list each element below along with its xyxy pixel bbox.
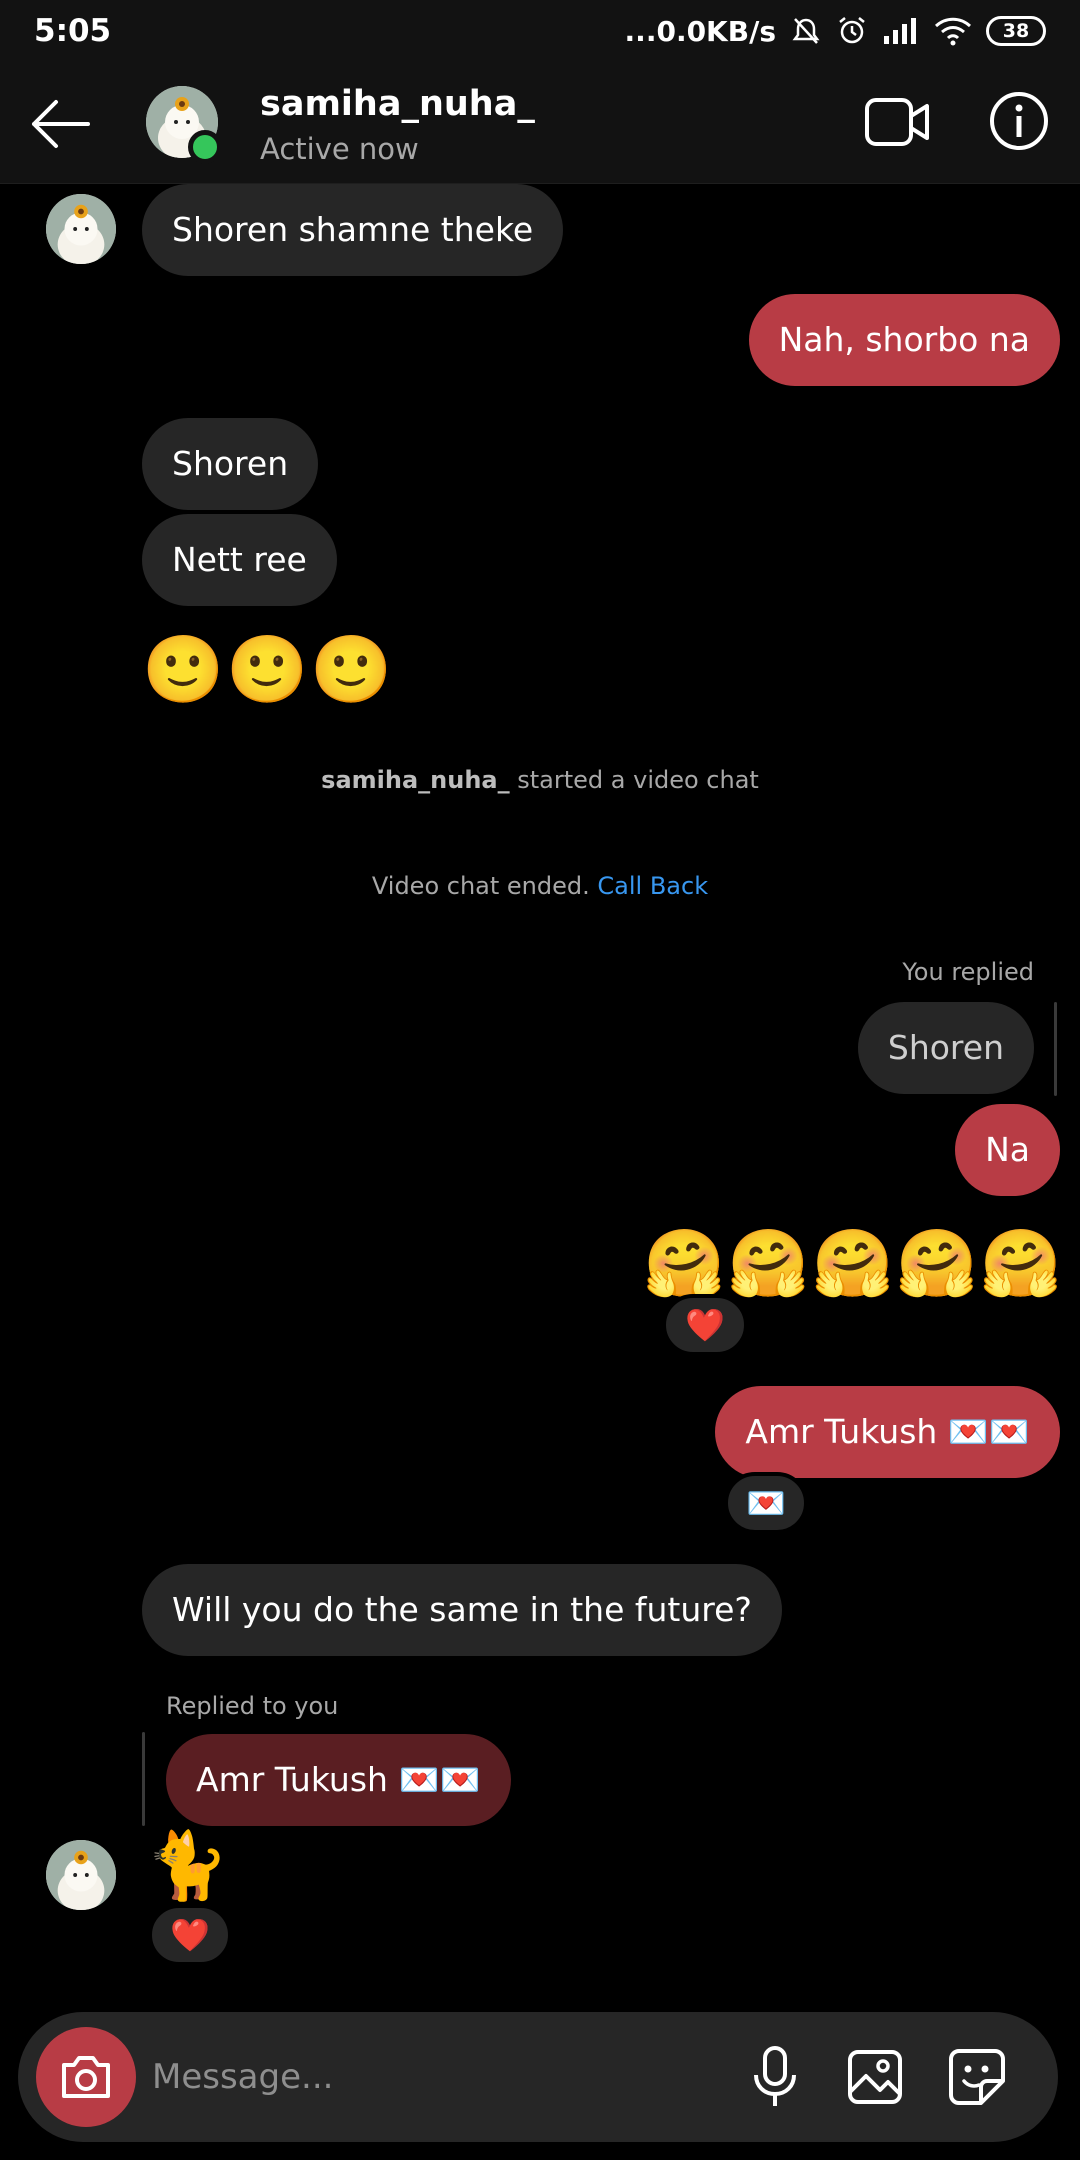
chat-header: samiha_nuha_ Active now xyxy=(0,62,1080,184)
battery-indicator: 38 xyxy=(986,16,1046,46)
image-icon xyxy=(848,2050,902,2104)
message-bubble[interactable]: Nett ree xyxy=(142,514,337,606)
message-thread[interactable]: Shoren shamne theke Nah, shorbo na Shore… xyxy=(0,184,1080,1999)
emoji-message[interactable]: 🐈 xyxy=(146,1826,230,1906)
sticker-icon xyxy=(949,2049,1005,2105)
contact-name[interactable]: samiha_nuha_ xyxy=(260,84,535,124)
status-bar: 5:05 ...0.0KB/s 38 xyxy=(0,0,1080,62)
signal-icon xyxy=(884,18,916,44)
avatar[interactable] xyxy=(46,1840,116,1910)
quoted-message[interactable]: Amr Tukush 💌💌 xyxy=(166,1734,511,1826)
message-bubble[interactable]: Nah, shorbo na xyxy=(748,294,1060,386)
info-button[interactable] xyxy=(988,90,1050,152)
quote-bar xyxy=(1054,1002,1057,1096)
sticker-button[interactable] xyxy=(940,2040,1014,2114)
message-bubble[interactable]: Will you do the same in the future? xyxy=(142,1564,782,1656)
reaction-badge[interactable]: ❤️ xyxy=(662,1294,748,1356)
back-button[interactable] xyxy=(28,92,92,156)
you-replied-label: You replied xyxy=(902,958,1034,986)
online-indicator xyxy=(188,130,222,164)
message-bubble[interactable]: Na xyxy=(955,1104,1060,1196)
message-bubble[interactable]: Shoren shamne theke xyxy=(142,184,564,276)
contact-status: Active now xyxy=(260,132,419,166)
status-time: 5:05 xyxy=(34,13,112,49)
message-bubble[interactable]: Shoren xyxy=(142,418,319,510)
video-call-button[interactable] xyxy=(864,94,932,150)
microphone-icon xyxy=(754,2046,796,2106)
video-chat-ended-notice: Video chat ended. Call Back xyxy=(0,872,1080,900)
camera-icon xyxy=(62,2056,110,2098)
video-chat-user: samiha_nuha_ xyxy=(321,766,510,794)
message-bubble[interactable]: Amr Tukush 💌💌 xyxy=(715,1386,1060,1478)
video-chat-started-text: started a video chat xyxy=(509,766,759,794)
video-chat-started-notice: samiha_nuha_ started a video chat xyxy=(0,766,1080,794)
quote-bar xyxy=(142,1732,145,1826)
info-icon xyxy=(990,92,1048,150)
avatar[interactable] xyxy=(46,194,116,264)
emoji-message[interactable]: 🙂🙂🙂 xyxy=(142,630,395,710)
wifi-icon xyxy=(934,17,972,46)
gallery-button[interactable] xyxy=(838,2040,912,2114)
video-camera-icon xyxy=(865,98,929,146)
message-composer xyxy=(18,2012,1058,2142)
video-chat-ended-text: Video chat ended. xyxy=(371,872,598,900)
mute-icon xyxy=(792,18,820,44)
quoted-message[interactable]: Shoren xyxy=(857,1002,1034,1094)
voice-message-button[interactable] xyxy=(738,2040,812,2114)
alarm-icon xyxy=(839,17,865,44)
network-speed: ...0.0KB/s xyxy=(624,14,776,48)
replied-to-you-label: Replied to you xyxy=(166,1692,339,1720)
call-back-link[interactable]: Call Back xyxy=(597,872,708,900)
emoji-message[interactable]: 🤗🤗🤗🤗🤗 xyxy=(643,1224,1064,1304)
arrow-left-icon xyxy=(32,100,90,148)
reaction-badge[interactable]: 💌 xyxy=(724,1472,808,1534)
status-icons: ...0.0KB/s 38 xyxy=(625,15,1046,48)
reaction-badge[interactable]: ❤️ xyxy=(148,1904,232,1966)
message-input[interactable] xyxy=(152,2037,712,2117)
camera-button[interactable] xyxy=(36,2027,136,2127)
